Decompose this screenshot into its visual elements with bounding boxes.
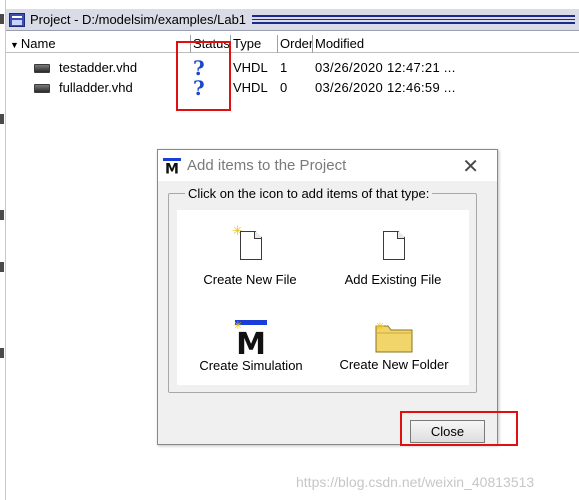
file-name: testadder.vhd bbox=[59, 60, 138, 75]
column-modified[interactable]: Modified bbox=[313, 35, 579, 53]
add-items-dialog: M Add items to the Project ✕ Click on th… bbox=[157, 149, 498, 445]
file-order: 1 bbox=[280, 60, 288, 75]
column-name[interactable]: ▼ Name bbox=[6, 35, 191, 53]
column-type[interactable]: Type bbox=[231, 35, 278, 53]
create-new-folder-label: Create New Folder bbox=[339, 357, 449, 372]
file-row[interactable]: fulladder.vhd ? VHDL 0 03/26/2020 12:46:… bbox=[6, 76, 579, 100]
items-panel: ✳ Create New File Add Existing File M ✳ … bbox=[177, 210, 469, 385]
dialog-titlebar[interactable]: M Add items to the Project ✕ bbox=[158, 150, 497, 181]
svg-text:✳: ✳ bbox=[233, 320, 242, 332]
edge-mark bbox=[0, 262, 4, 272]
close-highlight-box bbox=[400, 411, 518, 446]
existing-file-icon bbox=[383, 231, 405, 260]
edge-mark bbox=[0, 210, 4, 220]
edge-mark bbox=[0, 114, 4, 124]
close-icon[interactable]: ✕ bbox=[462, 154, 479, 178]
add-existing-file-button[interactable]: Add Existing File bbox=[340, 229, 446, 287]
column-header: ▼ Name Status Type Order Modified bbox=[6, 35, 579, 53]
dialog-title: Add items to the Project bbox=[187, 157, 347, 174]
vhdl-file-icon bbox=[34, 84, 50, 93]
titlebar-grip[interactable] bbox=[252, 15, 575, 24]
project-titlebar[interactable]: Project - D:/modelsim/examples/Lab1 bbox=[6, 9, 579, 31]
svg-text:✳: ✳ bbox=[375, 321, 384, 333]
create-new-file-label: Create New File bbox=[203, 272, 297, 287]
project-title: Project - D:/modelsim/examples/Lab1 bbox=[30, 12, 247, 27]
watermark: https://blog.csdn.net/weixin_40813513 bbox=[296, 474, 535, 490]
file-type: VHDL bbox=[233, 60, 268, 75]
create-new-file-button[interactable]: ✳ Create New File bbox=[197, 223, 303, 287]
file-type: VHDL bbox=[233, 80, 268, 95]
column-order[interactable]: Order bbox=[278, 35, 313, 53]
new-file-icon bbox=[240, 231, 262, 260]
group-label: Click on the icon to add items of that t… bbox=[185, 186, 433, 201]
status-highlight-box bbox=[176, 41, 231, 111]
add-existing-file-label: Add Existing File bbox=[344, 272, 442, 287]
edge-mark bbox=[0, 14, 4, 24]
create-simulation-label: Create Simulation bbox=[199, 358, 303, 373]
file-order: 0 bbox=[280, 80, 288, 95]
modelsim-logo-icon: M bbox=[163, 158, 181, 174]
file-modified: 03/26/2020 12:46:59 ... bbox=[315, 80, 456, 95]
create-new-folder-button[interactable]: ✳ Create New Folder bbox=[335, 320, 453, 372]
create-simulation-button[interactable]: M ✳ Create Simulation bbox=[193, 318, 309, 373]
file-row[interactable]: testadder.vhd ? VHDL 1 03/26/2020 12:47:… bbox=[6, 56, 579, 80]
svg-text:M: M bbox=[165, 162, 179, 175]
project-window-icon bbox=[9, 12, 25, 27]
edge-mark bbox=[0, 348, 4, 358]
file-modified: 03/26/2020 12:47:21 ... bbox=[315, 60, 456, 75]
vhdl-file-icon bbox=[34, 64, 50, 73]
sort-triangle-icon: ▼ bbox=[10, 40, 19, 50]
new-folder-icon: ✳ bbox=[375, 321, 413, 353]
create-simulation-icon: M ✳ bbox=[233, 320, 267, 356]
file-name: fulladder.vhd bbox=[59, 80, 133, 95]
